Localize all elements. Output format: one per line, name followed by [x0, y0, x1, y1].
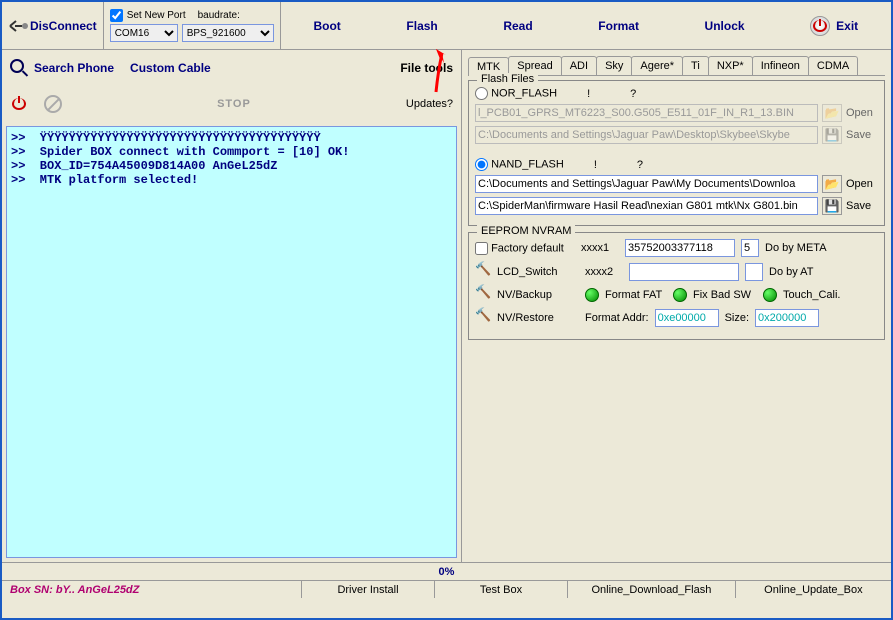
- boot-button[interactable]: Boot: [313, 19, 340, 33]
- power-small-icon[interactable]: [10, 95, 28, 113]
- nor-open-button: Open: [846, 107, 878, 119]
- file-tools-button[interactable]: File tools: [400, 61, 453, 75]
- save-icon[interactable]: [822, 197, 842, 215]
- nand-save-button[interactable]: Save: [846, 200, 878, 212]
- progress-label: 0%: [439, 566, 455, 578]
- green-dot-icon[interactable]: [585, 288, 599, 302]
- set-new-port-checkbox[interactable]: [110, 9, 123, 22]
- size-label: Size:: [725, 312, 749, 324]
- tab-agere[interactable]: Agere*: [631, 56, 683, 75]
- no-icon[interactable]: [44, 95, 62, 113]
- eeprom-title: EEPROM NVRAM: [477, 225, 575, 237]
- xxxx1-input[interactable]: [625, 239, 735, 257]
- power-icon[interactable]: [810, 16, 830, 36]
- open-icon: [822, 104, 842, 122]
- custom-cable-button[interactable]: Custom Cable: [130, 61, 211, 75]
- nand-path-1[interactable]: [475, 175, 818, 193]
- xxxx1-label: xxxx1: [581, 242, 619, 254]
- tab-nxp[interactable]: NXP*: [708, 56, 753, 75]
- exit-button[interactable]: Exit: [836, 19, 858, 33]
- nv-backup-button[interactable]: NV/Backup: [497, 289, 579, 301]
- search-icon: [10, 59, 28, 77]
- flash-files-group: Flash Files NOR_FLASH ! ? Open Save NAND…: [468, 80, 885, 226]
- nand-path-2[interactable]: [475, 197, 818, 215]
- tab-sky[interactable]: Sky: [596, 56, 632, 75]
- factory-default-checkbox[interactable]: [475, 242, 488, 255]
- disconnect-button[interactable]: DisConnect: [30, 19, 97, 33]
- connect-icon: [8, 18, 30, 34]
- xxxx2-label: xxxx2: [585, 266, 623, 278]
- nv-restore-button[interactable]: NV/Restore: [497, 312, 579, 324]
- online-update-button[interactable]: Online_Update_Box: [736, 581, 891, 598]
- nor-path-1: [475, 104, 818, 122]
- test-box-button[interactable]: Test Box: [435, 581, 568, 598]
- nand-flash-radio[interactable]: [475, 158, 488, 171]
- tab-infineon[interactable]: Infineon: [752, 56, 809, 75]
- format-fat-button[interactable]: Format FAT: [605, 289, 667, 301]
- baud-select[interactable]: BPS_921600: [182, 24, 274, 42]
- baudrate-label: baudrate:: [198, 10, 240, 21]
- do-by-at-button[interactable]: Do by AT: [769, 266, 813, 278]
- xxxx2-input[interactable]: [629, 263, 739, 281]
- size-input[interactable]: [755, 309, 819, 327]
- read-button[interactable]: Read: [503, 19, 532, 33]
- green-dot-icon[interactable]: [763, 288, 777, 302]
- lcd-switch-button[interactable]: LCD_Switch: [497, 266, 579, 278]
- online-download-button[interactable]: Online_Download_Flash: [568, 581, 736, 598]
- flash-files-title: Flash Files: [477, 73, 538, 85]
- tab-ti[interactable]: Ti: [682, 56, 709, 75]
- format-addr-label: Format Addr:: [585, 312, 649, 324]
- updates-link[interactable]: Updates?: [406, 98, 453, 110]
- green-dot-icon[interactable]: [673, 288, 687, 302]
- format-addr-input[interactable]: [655, 309, 719, 327]
- search-phone-button[interactable]: Search Phone: [34, 61, 114, 75]
- hammer-icon: [475, 310, 491, 326]
- hammer-icon: [475, 287, 491, 303]
- save-icon: [822, 126, 842, 144]
- tab-cdma[interactable]: CDMA: [808, 56, 858, 75]
- port-select[interactable]: COM16: [110, 24, 178, 42]
- set-new-port-label: Set New Port: [127, 10, 186, 21]
- open-icon[interactable]: [822, 175, 842, 193]
- nor-flash-radio[interactable]: [475, 87, 488, 100]
- unlock-button[interactable]: Unlock: [705, 19, 745, 33]
- eeprom-group: EEPROM NVRAM Factory default xxxx1 Do by…: [468, 232, 885, 340]
- xxxx1-n-input[interactable]: [741, 239, 759, 257]
- box-sn-label: Box SN: bY.. AnGeL25dZ: [2, 581, 302, 598]
- touch-cali-button[interactable]: Touch_Cali.: [783, 289, 840, 301]
- do-by-meta-button[interactable]: Do by META: [765, 242, 827, 254]
- nor-save-button: Save: [846, 129, 878, 141]
- nor-path-2: [475, 126, 818, 144]
- nand-open-button[interactable]: Open: [846, 178, 878, 190]
- flash-button[interactable]: Flash: [406, 19, 437, 33]
- tab-adi[interactable]: ADI: [561, 56, 597, 75]
- progress-bar: 0%: [2, 562, 891, 580]
- fix-bad-sw-button[interactable]: Fix Bad SW: [693, 289, 757, 301]
- stop-button[interactable]: STOP: [217, 98, 251, 110]
- log-area: >> ŸŸŸŸŸŸŸŸŸŸŸŸŸŸŸŸŸŸŸŸŸŸŸŸŸŸŸŸŸŸŸŸŸŸŸŸŸ…: [6, 126, 457, 558]
- hammer-icon: [475, 264, 491, 280]
- driver-install-button[interactable]: Driver Install: [302, 581, 435, 598]
- xxxx2-n-input[interactable]: [745, 263, 763, 281]
- format-button[interactable]: Format: [598, 19, 639, 33]
